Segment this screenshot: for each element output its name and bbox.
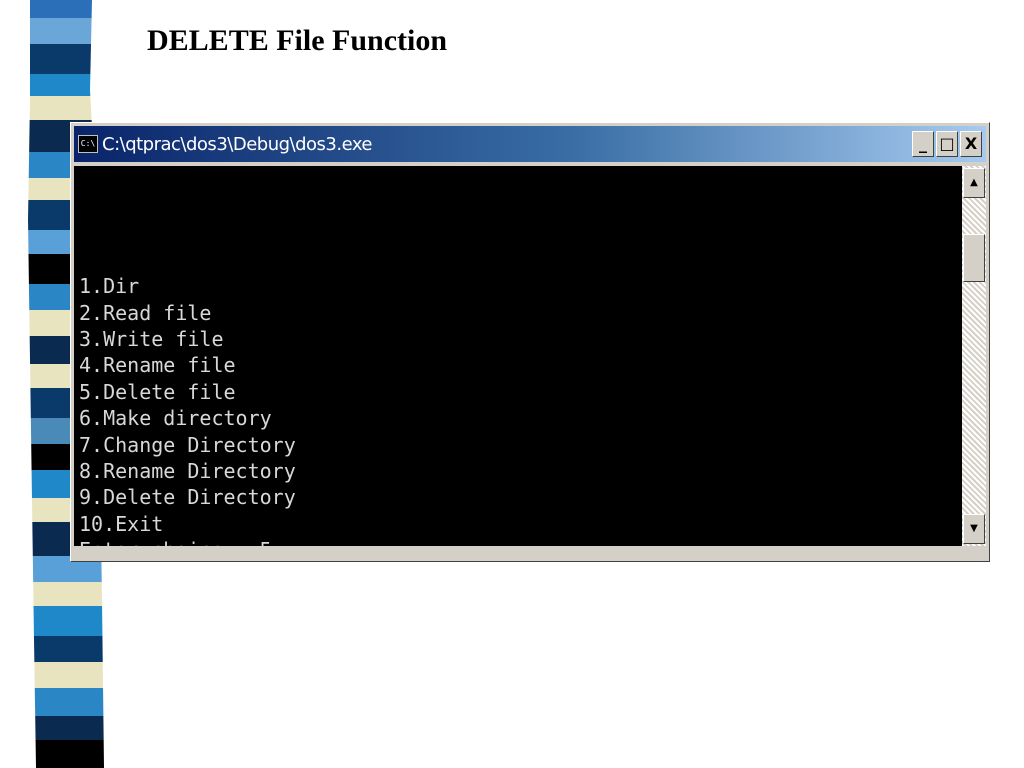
window-titlebar[interactable]: C:\ C:\qtprac\dos3\Debug\dos3.exe _ □ X xyxy=(74,126,986,162)
console-line: 1.Dir xyxy=(79,274,140,299)
console-window[interactable]: C:\ C:\qtprac\dos3\Debug\dos3.exe _ □ X … xyxy=(70,122,990,562)
caption-buttons: _ □ X xyxy=(912,131,982,157)
console-line: 3.Write file xyxy=(79,327,224,351)
scroll-down-button[interactable]: ▼ xyxy=(963,514,985,544)
console-output[interactable]: 1.Dir 2.Read file 3.Write file 4.Rename fil… xyxy=(74,166,962,546)
console-body[interactable]: 1.Dir 2.Read file 3.Write file 4.Rename fil… xyxy=(74,166,986,546)
slide-title: DELETE File Function xyxy=(147,24,448,57)
console-line: 5.Delete file xyxy=(79,379,236,404)
console-line: 8.Rename Directory xyxy=(79,458,296,483)
vertical-scrollbar[interactable]: ▲ ▼ xyxy=(962,166,986,546)
console-line: 2.Read file xyxy=(79,300,212,325)
scroll-thumb[interactable] xyxy=(963,234,985,282)
scroll-up-button[interactable]: ▲ xyxy=(963,168,985,198)
console-line: Enter choice : 5 xyxy=(79,537,962,546)
console-line: 9.Delete Directory xyxy=(79,485,296,510)
window-title: C:\qtprac\dos3\Debug\dos3.exe xyxy=(102,133,373,155)
maximize-button[interactable]: □ xyxy=(936,131,958,157)
close-button[interactable]: X xyxy=(960,131,982,157)
console-line: 10.Exit xyxy=(79,511,164,536)
slide: DELETE File Function C:\ C:\qtprac\dos3\… xyxy=(0,0,1024,768)
console-line: 6.Make directory xyxy=(79,406,272,431)
console-line: 4.Rename file xyxy=(79,353,236,378)
console-window-icon[interactable]: C:\ xyxy=(78,135,98,153)
console-line: 7.Change Directory xyxy=(79,432,296,457)
minimize-button[interactable]: _ xyxy=(912,131,934,157)
